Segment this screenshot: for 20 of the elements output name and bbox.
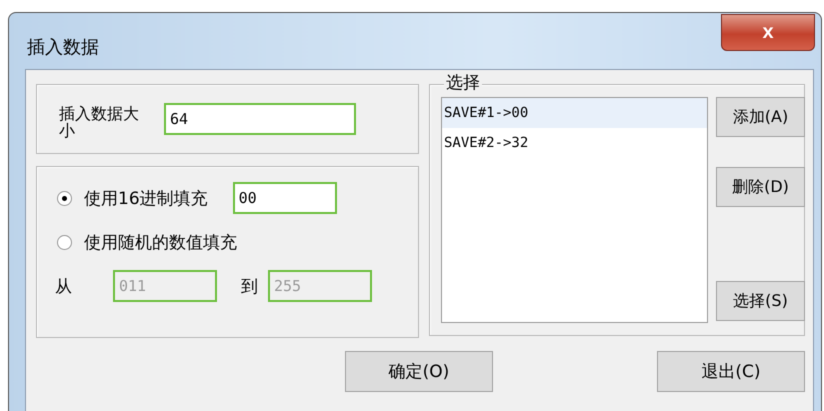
to-label: 到 bbox=[241, 276, 258, 298]
side-button[interactable]: 删除(D) bbox=[716, 167, 805, 207]
radio-label: 使用随机的数值填充 bbox=[84, 232, 237, 254]
group-legend: 选择 bbox=[444, 73, 482, 93]
size-label: 插入数据大小 bbox=[59, 105, 140, 139]
list-box[interactable]: SAVE#1->00 SAVE#2->32 bbox=[441, 97, 708, 323]
side-button[interactable]: 添加(A) bbox=[716, 97, 805, 137]
dialog-button[interactable]: 退出(C) bbox=[657, 351, 805, 392]
from-label: 从 bbox=[55, 276, 73, 298]
close-button[interactable]: x bbox=[721, 14, 815, 51]
radio-button[interactable] bbox=[57, 234, 72, 250]
radio-label: 使用16进制填充 bbox=[84, 188, 208, 210]
window-title: 插入数据 bbox=[27, 36, 99, 59]
dialog-button[interactable]: 确定(O) bbox=[345, 351, 493, 392]
size-field[interactable]: 64 bbox=[164, 103, 356, 135]
list-item[interactable]: SAVE#1->00 bbox=[442, 98, 707, 128]
radio-button[interactable] bbox=[57, 190, 72, 206]
list-item[interactable]: SAVE#2->32 bbox=[442, 128, 707, 158]
hex-field[interactable]: 00 bbox=[232, 182, 337, 214]
side-button[interactable]: 选择(S) bbox=[716, 281, 805, 321]
